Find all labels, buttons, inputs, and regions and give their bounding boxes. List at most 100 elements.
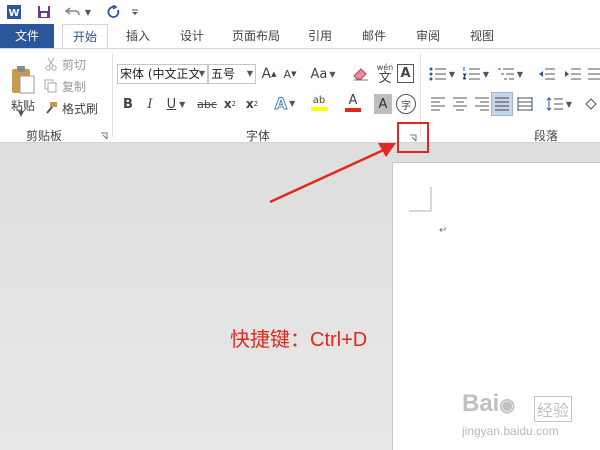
- justify-button[interactable]: [491, 92, 513, 116]
- text-effects-button[interactable]: A ▼: [272, 92, 300, 114]
- shortcut-annotation: 快捷键：Ctrl+D: [230, 329, 368, 351]
- chinese-layout-button[interactable]: [586, 63, 600, 85]
- highlight-label: ab: [312, 95, 326, 106]
- decrease-indent-button[interactable]: [536, 63, 558, 85]
- tab-mailings[interactable]: 邮件: [350, 24, 398, 48]
- clear-formatting-button[interactable]: [350, 63, 372, 85]
- format-painter-icon: [46, 102, 57, 114]
- tab-design[interactable]: 设计: [168, 24, 216, 48]
- character-shading-label: A: [378, 96, 388, 112]
- paint-bucket-icon: [585, 98, 597, 110]
- tab-references[interactable]: 引用: [296, 24, 344, 48]
- character-border-button[interactable]: A: [397, 64, 414, 83]
- grow-font-label: A: [261, 66, 272, 82]
- phonetic-char: 文: [378, 70, 392, 86]
- tab-view[interactable]: 视图: [458, 24, 506, 48]
- strikethrough-button[interactable]: abc: [195, 94, 219, 114]
- ribbon-tabs: 文件 开始 插入 设计 页面布局 引用 邮件 审阅 视图: [0, 24, 600, 49]
- superscript-button[interactable]: x2: [242, 94, 262, 114]
- increase-indent-button[interactable]: [562, 63, 584, 85]
- superscript-label: x: [245, 97, 254, 111]
- align-left-button[interactable]: [428, 93, 448, 115]
- paragraph-group-label: 段落: [534, 129, 559, 143]
- cut-label: 剪切: [62, 57, 87, 72]
- shading-button[interactable]: [584, 93, 600, 115]
- align-right-icon: [475, 97, 489, 111]
- tab-review[interactable]: 审阅: [404, 24, 452, 48]
- subscript-button[interactable]: x2: [220, 94, 240, 114]
- chevron-down-icon: ▼: [179, 99, 186, 109]
- clipboard-launcher-icon[interactable]: [100, 129, 108, 143]
- shrink-font-button[interactable]: A ▼: [280, 63, 300, 85]
- group-divider: [112, 53, 113, 137]
- copy-icon: [44, 79, 57, 93]
- font-color-swatch: [345, 108, 361, 112]
- chevron-down-icon: ▼: [482, 69, 490, 79]
- quick-access-toolbar: W ▼: [0, 0, 600, 24]
- chevron-down-icon: ▼: [329, 69, 336, 79]
- character-shading-button[interactable]: A: [374, 94, 392, 114]
- tab-page-layout[interactable]: 页面布局: [222, 24, 290, 48]
- change-case-label: Aa: [310, 66, 328, 82]
- chevron-down-icon: ▼: [516, 69, 524, 79]
- chevron-down-icon: ▼: [198, 69, 205, 78]
- bullets-button[interactable]: ▼: [428, 63, 458, 85]
- underline-button[interactable]: U ▼: [163, 94, 191, 114]
- redo-icon[interactable]: [104, 2, 124, 22]
- font-group-label: 字体: [246, 129, 271, 143]
- align-center-button[interactable]: [450, 93, 470, 115]
- watermark-suffix: 经验: [534, 396, 573, 422]
- highlight-swatch: [311, 107, 327, 111]
- font-name-value: 宋体 (中文正文: [120, 67, 199, 81]
- copy-button[interactable]: 复制: [44, 77, 96, 95]
- chevron-down-icon: ▼: [289, 98, 296, 108]
- bold-label: B: [123, 96, 133, 112]
- subscript-digit: 2: [231, 100, 237, 108]
- align-right-button[interactable]: [472, 93, 492, 115]
- clipboard-group-label: 剪贴板: [26, 129, 63, 143]
- distributed-button[interactable]: [514, 93, 536, 115]
- save-icon[interactable]: [34, 2, 54, 22]
- font-size-select[interactable]: 五号 ▼: [208, 64, 256, 84]
- font-color-button[interactable]: A: [338, 92, 368, 114]
- multilevel-list-icon: [497, 68, 514, 80]
- highlight-button[interactable]: ab: [304, 92, 334, 114]
- grow-font-button[interactable]: A ▲: [259, 63, 279, 85]
- bullets-icon: [429, 67, 446, 81]
- multilevel-list-button[interactable]: ▼: [496, 63, 526, 85]
- enclose-characters-button[interactable]: 字: [396, 94, 416, 114]
- underline-label: U: [166, 96, 177, 112]
- svg-text:W: W: [8, 8, 19, 19]
- strikethrough-label: abc: [197, 97, 217, 111]
- change-case-button[interactable]: Aa ▼: [308, 63, 340, 85]
- format-painter-button[interactable]: 格式刷: [44, 99, 106, 117]
- watermark-brand-text: Bai: [462, 390, 500, 417]
- undo-dropdown-icon[interactable]: ▼: [84, 2, 94, 22]
- font-name-select[interactable]: 宋体 (中文正文 ▼: [117, 64, 208, 84]
- bold-button[interactable]: B: [119, 94, 137, 114]
- phonetic-guide-button[interactable]: wén 文: [374, 61, 396, 87]
- line-spacing-button[interactable]: ▼: [544, 93, 576, 115]
- format-painter-label: 格式刷: [62, 101, 99, 116]
- superscript-digit: 2: [253, 100, 259, 108]
- watermark-brand: Bai◉: [462, 390, 515, 418]
- justify-icon: [495, 97, 509, 111]
- paragraph-mark: ↵: [439, 225, 448, 236]
- tab-insert[interactable]: 插入: [114, 24, 162, 48]
- tab-home[interactable]: 开始: [62, 24, 108, 49]
- align-center-icon: [453, 97, 467, 111]
- cut-button[interactable]: 剪切: [44, 55, 96, 73]
- undo-icon[interactable]: [62, 2, 84, 22]
- customize-icon[interactable]: [128, 2, 142, 22]
- eraser-icon: [353, 68, 368, 81]
- word-icon[interactable]: W: [4, 2, 24, 22]
- tab-file[interactable]: 文件: [0, 24, 54, 48]
- copy-label: 复制: [62, 79, 87, 94]
- font-size-value: 五号: [211, 67, 236, 81]
- paste-dropdown-icon[interactable]: ▼: [18, 109, 24, 118]
- numbering-button[interactable]: ▼: [462, 63, 492, 85]
- chevron-down-icon: ▼: [565, 99, 573, 109]
- italic-button[interactable]: I: [141, 94, 159, 114]
- text-effects-label: A: [274, 93, 288, 113]
- clipboard-icon: [12, 65, 35, 93]
